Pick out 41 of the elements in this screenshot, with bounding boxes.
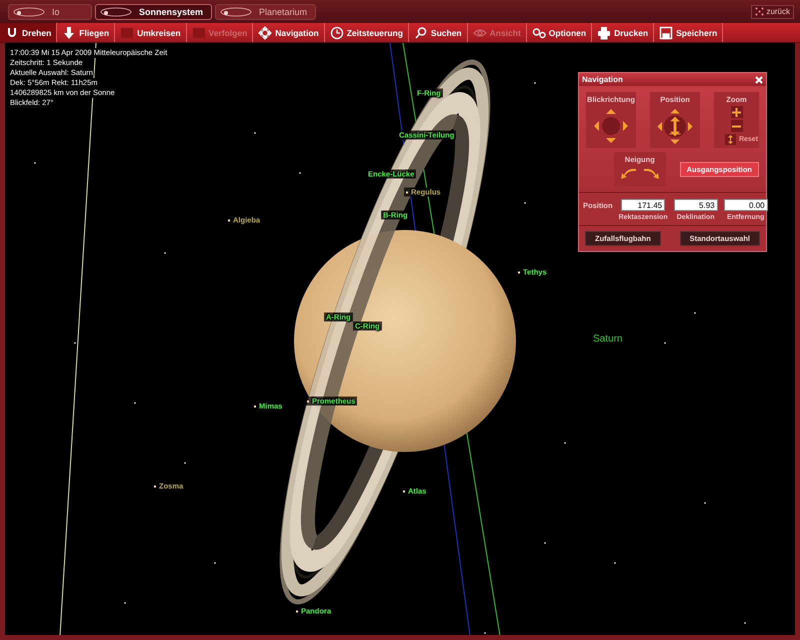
tab[interactable]: Sonnensystem <box>95 4 212 20</box>
clock-icon <box>330 26 344 40</box>
toolbar-button[interactable]: Suchen <box>408 23 468 42</box>
tab[interactable]: Io <box>8 4 92 20</box>
panel-title: Navigation <box>582 75 623 84</box>
toolbar-button[interactable]: Zeitsteuerung <box>324 23 409 42</box>
zoom-in-button[interactable] <box>730 106 742 118</box>
dots-icon <box>755 7 764 16</box>
toolbar-button[interactable]: Speichern <box>654 23 724 42</box>
orbit-icon <box>98 6 134 18</box>
object-label[interactable]: Saturn <box>591 334 624 344</box>
reset-icon[interactable] <box>724 134 736 145</box>
magnet-icon <box>5 26 19 40</box>
search-icon <box>414 26 428 40</box>
zoom-out-button[interactable] <box>730 120 742 132</box>
sky-view[interactable] <box>5 43 795 635</box>
toolbar-button[interactable]: Umkreisen <box>115 23 187 42</box>
close-icon <box>755 76 763 84</box>
arrow-down-icon <box>62 26 76 40</box>
orbit-icon <box>11 6 47 18</box>
toolbar-button[interactable]: Optionen <box>526 23 592 42</box>
direction-pad[interactable] <box>593 108 629 144</box>
coordinate-field[interactable]: 0.00 <box>724 199 768 211</box>
tab[interactable]: Planetarium <box>215 4 316 20</box>
square-icon <box>192 26 206 40</box>
toolbar-button[interactable]: Fliegen <box>57 23 116 42</box>
tilt-left-button[interactable] <box>620 168 637 180</box>
back-button[interactable]: zurück <box>751 4 794 18</box>
orbit-icon <box>218 6 254 18</box>
toolbar-button[interactable]: Drehen <box>0 23 58 42</box>
save-icon <box>659 26 674 40</box>
move-icon <box>258 26 272 40</box>
tilt-right-button[interactable] <box>642 168 659 180</box>
toolbar-button[interactable]: Navigation <box>253 23 325 42</box>
coordinate-field[interactable]: 5.93 <box>674 199 718 211</box>
square-icon <box>120 26 134 40</box>
position-pad[interactable] <box>655 108 695 145</box>
coordinate-field[interactable]: 171.45 <box>621 199 666 211</box>
close-button[interactable] <box>755 76 763 84</box>
plus-icon <box>732 108 741 116</box>
toolbar-button[interactable]: Drucken <box>592 23 654 42</box>
